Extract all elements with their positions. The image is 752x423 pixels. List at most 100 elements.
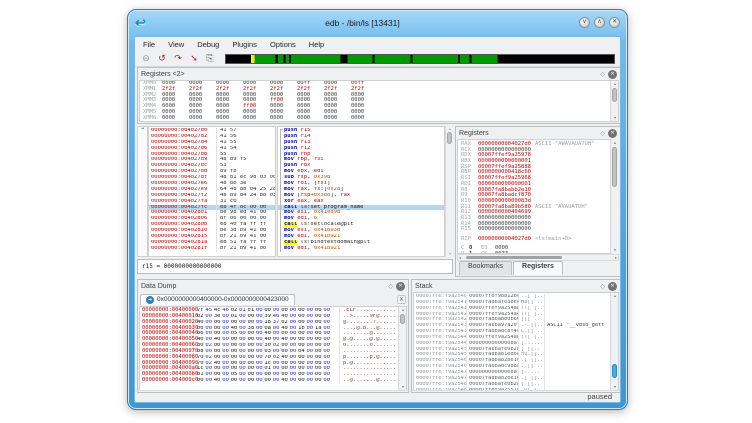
gutter-cell[interactable] — [138, 245, 147, 251]
instruction-bytes: be 3d b9 41 00 — [217, 228, 266, 233]
menu-item-plugins[interactable]: Plugins — [232, 40, 257, 49]
titlebar[interactable]: ↩ edb - /bin/ls [13431] ∨ ∧ ✕ — [128, 10, 627, 35]
register-name: R15 — [461, 227, 478, 233]
scroll-down-icon[interactable]: ▾ — [611, 115, 619, 121]
instruction-bytes: 89 fb — [217, 169, 237, 174]
scroll-up-icon[interactable]: ▴ — [611, 140, 619, 146]
close-icon[interactable]: ✕ — [608, 70, 617, 79]
disasm-address-row[interactable]: 00000000:0040281fbf 21 b9 41 00 — [149, 246, 275, 252]
dump-tab-close-icon[interactable]: ✕ — [397, 295, 406, 304]
panel-stack-header: Stack ◇ ✕ — [412, 280, 620, 292]
instruction-bytes: 64 48 8b 04 25 28 00 00 00 — [217, 187, 275, 192]
register-value: 0000000000000000 — [478, 226, 531, 232]
step-into-icon[interactable]: ➘ — [187, 52, 201, 65]
disasm-gutter: ➜ — [137, 126, 148, 257]
panel-data-dump: Data Dump ◇ ✕ ➜ 0x0000000000400000-0x000… — [137, 279, 409, 393]
edb-window: ↩ edb - /bin/ls [13431] ∨ ∧ ✕ File View Debu… — [127, 9, 628, 410]
client-area: File View Debug Plugins Options Help ⊖↺↷➘⎘ Re… — [134, 36, 621, 403]
menu-item-view[interactable]: View — [168, 40, 184, 49]
instruction-bytes: 48 8b 3e — [217, 181, 247, 186]
panel-title: Stack — [415, 283, 597, 290]
scroll-down-icon[interactable]: ▾ — [611, 247, 619, 253]
registers-hscrollbar[interactable]: ◂ ▸ — [457, 254, 619, 261]
flag-rows: C0ES0000P1CS0033A0SS002bZ1DS0000S0FS0000 — [458, 246, 610, 254]
window-title: edb - /bin/ls [13431] — [146, 18, 579, 28]
status-label: paused — [587, 392, 612, 401]
dump-address: 00000000:004000c0 — [140, 378, 194, 384]
register-rows: RAX00000000004027d0ASCII "AWAVAUATUH"RCX… — [458, 140, 610, 243]
tab-registers[interactable]: Registers — [513, 261, 563, 275]
scroll-up-icon[interactable]: ▴ — [399, 307, 407, 313]
register-preview: r15 = 0000000000000000 — [137, 259, 453, 274]
restart-icon[interactable]: ↺ — [155, 52, 169, 65]
function-bracket — [280, 129, 281, 252]
register-note: ASCII "AVAUATUH" — [535, 204, 588, 210]
instruction-address: 00000000:0040281f — [149, 246, 217, 252]
close-icon[interactable]: ✕ — [396, 282, 405, 291]
registers-dock-tabs: BookmarksRegisters — [457, 261, 563, 275]
register-row[interactable]: RIP00000000004027d0<ls!main+0> — [458, 237, 610, 243]
panel-registers-2-header: Registers <2> ◇ ✕ — [138, 68, 620, 80]
float-icon[interactable]: ◇ — [600, 130, 605, 137]
disassembly-view: ➜ 00000000:004027d041 5700000000:004027d… — [137, 126, 453, 257]
instruction-bytes: 53 — [217, 163, 227, 168]
dump-scrollbar[interactable]: ▴ ▾ — [398, 307, 406, 390]
disasm-instruction-row[interactable]: mov edi, 0x41b921 — [278, 246, 444, 252]
memory-map-bar[interactable] — [225, 54, 615, 64]
float-icon[interactable]: ◇ — [388, 283, 393, 290]
menu-item-options[interactable]: Options — [270, 40, 296, 49]
close-button[interactable]: ✕ — [609, 17, 620, 28]
minimize-button[interactable]: ∨ — [579, 17, 590, 28]
instruction-bytes: be 98 ed 41 00 — [217, 210, 266, 215]
register-row[interactable]: R150000000000000000 — [458, 227, 610, 233]
dump-tab-icon: ➜ — [146, 296, 154, 304]
instruction-bytes: 48 89 f5 — [217, 157, 247, 162]
instruction-bytes: 31 c0 — [217, 199, 237, 204]
scroll-right-icon[interactable]: ▸ — [615, 255, 617, 261]
close-icon[interactable]: ✕ — [608, 282, 617, 291]
panel-registers-2: Registers <2> ◇ ✕ XMM0000000000000000000… — [137, 67, 621, 124]
panel-registers: Registers ◇ ✕ RAX00000000004027d0ASCII "… — [455, 126, 621, 277]
maximize-button[interactable]: ∧ — [594, 17, 605, 28]
registers-scrollbar[interactable]: ▴ ▾ — [610, 140, 618, 253]
instruction-bytes: bf 06 00 00 00 — [217, 216, 266, 221]
instruction-bytes: bf 21 b9 41 00 — [217, 234, 266, 239]
status-bar: paused — [135, 390, 620, 402]
panel-title: Registers — [459, 130, 597, 137]
app-icon: ↩ — [135, 16, 146, 29]
menu-item-debug[interactable]: Debug — [197, 40, 219, 49]
run-until-return-icon[interactable]: ⎘ — [203, 52, 217, 65]
menu-item-help[interactable]: Help — [309, 40, 324, 49]
instruction-bytes: 41 54 — [217, 146, 237, 151]
toolbar: ⊖↺↷➘⎘ — [135, 51, 620, 67]
pause-icon[interactable]: ⊖ — [139, 52, 153, 65]
instruction-bytes: 48 81 ec 98 03 00 00 — [217, 175, 275, 180]
float-icon[interactable]: ◇ — [600, 71, 605, 78]
stack-note: ASCII "__vdso_gett — [545, 323, 604, 329]
stack-rows: 00007ffe:f9a2540800007ffef9bb12b0..[ [..… — [413, 292, 619, 391]
scroll-down-icon[interactable]: ▾ — [446, 251, 454, 257]
register-value: 00000000004027d0 — [478, 236, 531, 242]
menu-item-file[interactable]: File — [143, 40, 155, 49]
window-buttons: ∨ ∧ ✕ — [579, 17, 620, 28]
stack-scrollbar[interactable]: ▴ ▾ — [610, 293, 618, 390]
step-over-icon[interactable]: ↷ — [171, 52, 185, 65]
dump-row[interactable]: 00000000:004000c000004000000000000000400… — [140, 378, 406, 384]
instruction-bytes: e8 51 fa ff ff — [217, 240, 266, 245]
scroll-up-icon[interactable]: ▴ — [611, 293, 619, 299]
tab-bookmarks[interactable]: Bookmarks — [459, 261, 512, 275]
instruction-bytes: e8 40 fa ff ff — [217, 222, 266, 227]
panel-stack: Stack ◇ ✕ 00007ffe:f9a2540800007ffef9bb1… — [411, 279, 621, 393]
dump-tab[interactable]: ➜ 0x0000000000400000-0x0000000000423000 — [140, 294, 295, 305]
register-note: ASCII "AWAVAUATUH" — [535, 141, 595, 147]
dump-rows: 00000000:004000007f454c46020101000000000… — [139, 306, 407, 391]
panel-registers-header: Registers ◇ ✕ — [456, 127, 620, 139]
close-icon[interactable]: ✕ — [608, 129, 617, 138]
scroll-up-icon[interactable]: ▴ — [611, 81, 619, 87]
panel-data-dump-header: Data Dump ◇ ✕ — [138, 280, 408, 292]
dump-ascii: ..@.......@..... — [340, 378, 396, 384]
disasm-instruction-rows: push r15push r14push r13push r12push rbp… — [277, 126, 445, 257]
disasm-scrollbar[interactable]: ▴ ▾ — [445, 126, 453, 257]
float-icon[interactable]: ◇ — [600, 283, 605, 290]
xmm-scrollbar[interactable]: ▴ ▾ — [610, 81, 618, 121]
